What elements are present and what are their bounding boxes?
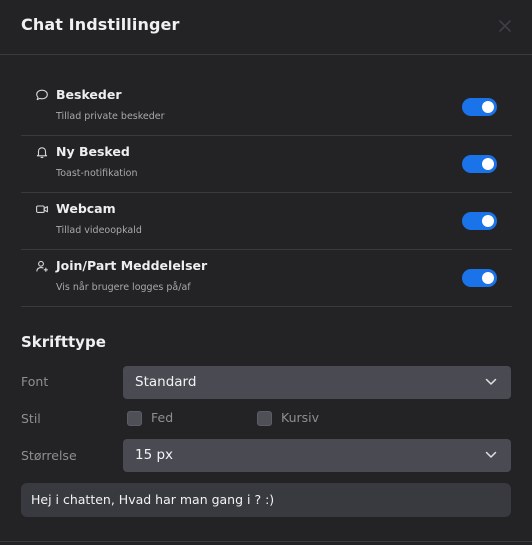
- settings-list: Beskeder Tillad private beskeder Ny Besk…: [21, 79, 512, 307]
- toggle-knob: [482, 215, 494, 227]
- setting-description: Vis når brugere logges på/af: [56, 282, 191, 293]
- toggle-knob: [482, 101, 494, 113]
- checkbox-box[interactable]: [257, 411, 272, 426]
- beskeder-toggle[interactable]: [462, 98, 497, 116]
- font-select-value: Standard: [135, 374, 197, 390]
- setting-description: Tillad videoopkald: [56, 225, 142, 236]
- size-label: Størrelse: [21, 448, 77, 463]
- setting-row-beskeder: Beskeder Tillad private beskeder: [21, 79, 512, 136]
- toggle-knob: [482, 272, 494, 284]
- ny-besked-toggle[interactable]: [462, 155, 497, 173]
- footer-divider: [0, 541, 532, 542]
- section-title-font: Skrifttype: [21, 333, 106, 351]
- setting-label: Webcam: [56, 201, 116, 216]
- toggle-knob: [482, 158, 494, 170]
- user-plus-icon: [35, 259, 49, 273]
- chat-bubble-icon: [35, 88, 49, 102]
- video-camera-icon: [35, 202, 49, 216]
- setting-label: Beskeder: [56, 87, 122, 102]
- close-icon[interactable]: [498, 19, 514, 35]
- join-part-toggle[interactable]: [462, 269, 497, 287]
- font-select[interactable]: Standard: [123, 366, 511, 399]
- size-select-value: 15 px: [135, 447, 174, 463]
- italic-label: Kursiv: [281, 410, 320, 425]
- webcam-toggle[interactable]: [462, 212, 497, 230]
- setting-row-webcam: Webcam Tillad videoopkald: [21, 193, 512, 250]
- setting-label: Ny Besked: [56, 144, 130, 159]
- checkbox-box[interactable]: [127, 411, 142, 426]
- setting-label: Join/Part Meddelelser: [56, 258, 208, 273]
- preview-text: Hej i chatten, Hvad har man gang i ? :): [31, 492, 275, 507]
- chevron-down-icon: [485, 377, 497, 387]
- setting-row-ny-besked: Ny Besked Toast-notifikation: [21, 136, 512, 193]
- bell-icon: [35, 145, 49, 159]
- font-preview: Hej i chatten, Hvad har man gang i ? :): [21, 483, 511, 517]
- dialog-title: Chat Indstillinger: [21, 15, 180, 34]
- style-label: Stil: [21, 411, 41, 426]
- bold-label: Fed: [151, 410, 174, 425]
- setting-row-join-part: Join/Part Meddelelser Vis når brugere lo…: [21, 250, 512, 307]
- chevron-down-icon: [485, 450, 497, 460]
- dialog-header: Chat Indstillinger: [0, 0, 532, 55]
- font-label: Font: [21, 374, 49, 389]
- size-select[interactable]: 15 px: [123, 439, 511, 472]
- setting-description: Toast-notifikation: [56, 168, 138, 179]
- setting-description: Tillad private beskeder: [56, 111, 165, 122]
